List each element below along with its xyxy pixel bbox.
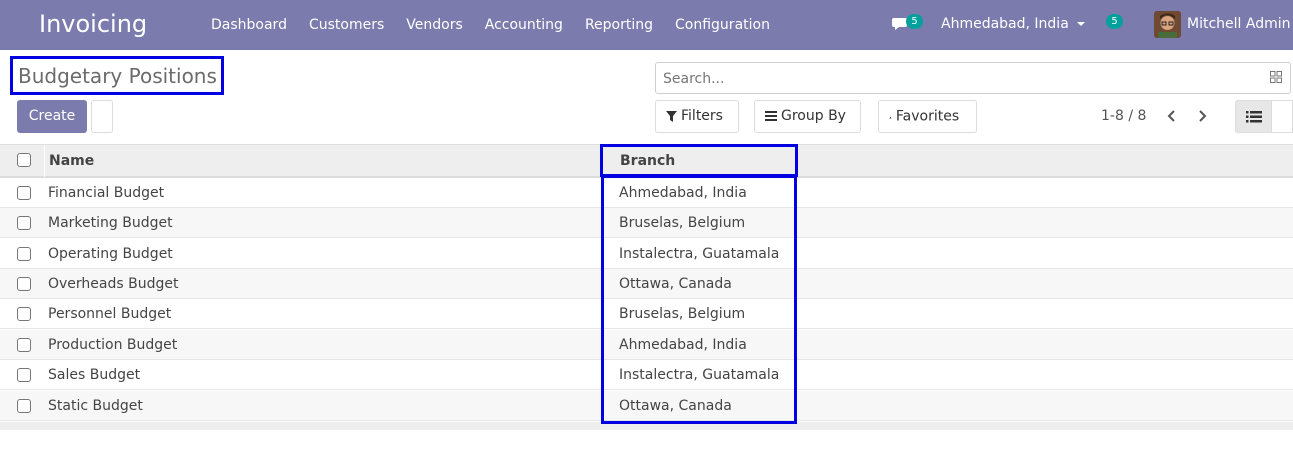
import-button[interactable] bbox=[91, 100, 113, 133]
row-name: Operating Budget bbox=[48, 246, 173, 262]
branch-column-highlight bbox=[601, 175, 797, 424]
row-name: Static Budget bbox=[48, 398, 143, 414]
group-by-label: Group By bbox=[781, 108, 846, 124]
caret-down-icon bbox=[1076, 22, 1085, 26]
activity-count-badge[interactable]: 5 bbox=[1106, 14, 1123, 29]
favorites-button[interactable]: , Favorites bbox=[878, 100, 977, 133]
row-name: Marketing Budget bbox=[48, 215, 173, 231]
row-name: Production Budget bbox=[48, 337, 178, 353]
breadcrumb: Budgetary Positions bbox=[18, 64, 217, 88]
row-checkbox[interactable] bbox=[17, 247, 31, 261]
pager-value[interactable]: 1-8 / 8 bbox=[1101, 108, 1146, 124]
filter-icon bbox=[666, 110, 677, 122]
row-name: Overheads Budget bbox=[48, 276, 179, 292]
search-bar bbox=[655, 62, 1291, 94]
chevron-right-icon[interactable] bbox=[1192, 106, 1212, 126]
avatar[interactable] bbox=[1154, 11, 1181, 38]
menu-item-accounting[interactable]: Accounting bbox=[474, 17, 574, 33]
chat-count-badge: 5 bbox=[906, 14, 923, 29]
chevron-left-icon[interactable] bbox=[1162, 106, 1182, 126]
main-menu: Dashboard Customers Vendors Accounting R… bbox=[200, 0, 781, 50]
create-button[interactable]: Create bbox=[17, 100, 87, 133]
menu-item-reporting[interactable]: Reporting bbox=[574, 17, 664, 33]
header-divider bbox=[44, 145, 45, 177]
filters-button[interactable]: Filters bbox=[655, 100, 739, 133]
row-checkbox[interactable] bbox=[17, 216, 31, 230]
filters-label: Filters bbox=[681, 108, 723, 124]
search-input[interactable] bbox=[663, 71, 1223, 87]
menu-item-customers[interactable]: Customers bbox=[298, 17, 395, 33]
kanban-view-button[interactable] bbox=[1271, 100, 1293, 133]
menu-item-vendors[interactable]: Vendors bbox=[395, 17, 473, 33]
app-title[interactable]: Invoicing bbox=[39, 10, 147, 38]
company-switcher[interactable]: Ahmedabad, India bbox=[941, 16, 1085, 32]
bars-icon bbox=[765, 111, 777, 121]
row-name: Financial Budget bbox=[48, 185, 165, 201]
branch-header-highlight bbox=[600, 144, 798, 177]
row-name: Personnel Budget bbox=[48, 306, 172, 322]
row-checkbox[interactable] bbox=[17, 399, 31, 413]
menu-item-configuration[interactable]: Configuration bbox=[664, 17, 781, 33]
company-name: Ahmedabad, India bbox=[941, 16, 1069, 32]
row-checkbox[interactable] bbox=[17, 338, 31, 352]
list-view-button[interactable] bbox=[1235, 100, 1272, 133]
row-checkbox[interactable] bbox=[17, 186, 31, 200]
list-icon bbox=[1246, 111, 1262, 123]
user-menu[interactable]: Mitchell Admin bbox=[1187, 16, 1291, 32]
search-options-icon[interactable] bbox=[1270, 71, 1282, 83]
row-checkbox[interactable] bbox=[17, 368, 31, 382]
group-by-button[interactable]: Group By bbox=[754, 100, 861, 133]
row-checkbox[interactable] bbox=[17, 277, 31, 291]
menu-item-dashboard[interactable]: Dashboard bbox=[200, 17, 298, 33]
top-navbar: Invoicing Dashboard Customers Vendors Ac… bbox=[0, 0, 1293, 50]
row-checkbox[interactable] bbox=[17, 307, 31, 321]
row-name: Sales Budget bbox=[48, 367, 141, 383]
column-header-name[interactable]: Name bbox=[49, 153, 94, 169]
favorites-label: Favorites bbox=[895, 108, 960, 125]
select-all-checkbox[interactable] bbox=[17, 153, 31, 167]
star-icon: , bbox=[889, 111, 892, 121]
